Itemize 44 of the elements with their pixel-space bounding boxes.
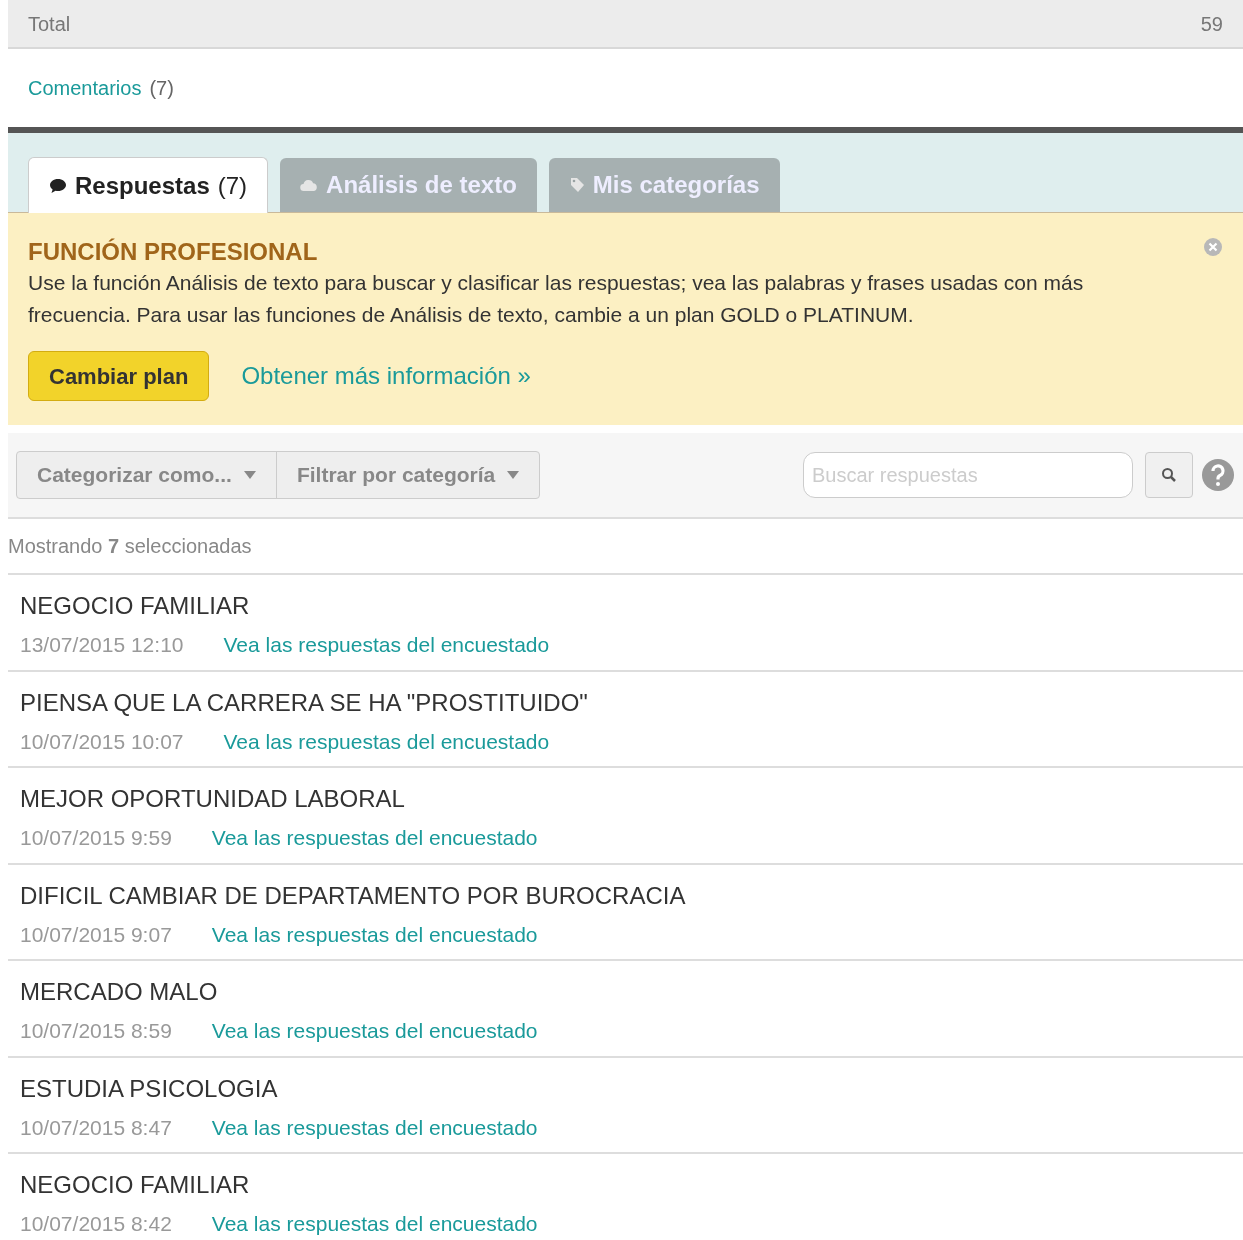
response-date: 10/07/2015 8:47 <box>20 1114 172 1141</box>
help-icon[interactable] <box>1201 458 1235 492</box>
response-text: DIFICIL CAMBIAR DE DEPARTAMENTO POR BUROCRACIA <box>20 880 687 911</box>
response-date: 10/07/2015 9:59 <box>20 825 172 851</box>
response-date: 13/07/2015 12:10 <box>20 632 184 658</box>
response-text: NEGOCIO FAMILIAR <box>20 591 251 621</box>
total-value: 59 <box>1200 11 1223 37</box>
more-info-link[interactable]: Obtener más información » <box>241 358 531 394</box>
response-text: MERCADO MALO <box>20 977 219 1007</box>
respondent-link[interactable]: Vea las respuestas del encuestado <box>211 822 538 854</box>
response-text: MEJOR OPORTUNIDAD LABORAL <box>20 784 406 814</box>
notice-text: Use la función Análisis de texto para buscar y clasificar las respuestas; vea las palabras y frases usadas con más frecuencia. Para usar las funciones de Análisis de texto, cambie a un plan GOLD o PLATINUM. <box>28 270 1085 328</box>
upgrade-button[interactable]: Cambiar plan <box>28 351 210 401</box>
response-date: 10/07/2015 8:42 <box>20 1211 172 1237</box>
response-date: 10/07/2015 9:07 <box>20 921 172 948</box>
comments-count: (7) <box>149 76 174 101</box>
tab[interactable]: Análisis de texto <box>280 158 537 212</box>
search-button[interactable] <box>1145 452 1193 498</box>
speech-bubble-icon <box>49 177 67 194</box>
respondent-link[interactable]: Vea las respuestas del encuestado <box>223 629 550 661</box>
cloud-icon <box>300 178 319 192</box>
notice-title: FUNCIÓN PROFESIONAL <box>28 237 318 267</box>
close-icon[interactable] <box>1203 237 1223 257</box>
tab[interactable]: Mis categorías <box>548 158 780 212</box>
category-dropdown[interactable]: Categorizar como... <box>17 452 276 498</box>
response-date: 10/07/2015 10:07 <box>20 728 184 755</box>
total-label: Total <box>28 11 71 37</box>
response-text: PIENSA QUE LA CARRERA SE HA "PROSTITUIDO" <box>20 687 589 718</box>
respondent-link[interactable]: Vea las respuestas del encuestado <box>223 725 550 757</box>
showing-count: Mostrando 7 seleccionadas <box>8 519 1243 575</box>
response-text: NEGOCIO FAMILIAR <box>20 1170 251 1200</box>
response-text: ESTUDIA PSICOLOGIA <box>20 1073 279 1104</box>
tag-icon <box>568 176 585 194</box>
tab[interactable]: Respuestas (7) <box>28 157 269 213</box>
respondent-link[interactable]: Vea las respuestas del encuestado <box>211 1015 538 1047</box>
search-icon <box>1161 467 1177 483</box>
comments-link[interactable]: Comentarios <box>28 73 142 103</box>
category-dropdown[interactable]: Filtrar por categoría <box>275 452 540 498</box>
respondent-link[interactable]: Vea las respuestas del encuestado <box>211 918 538 950</box>
caret-icon <box>507 471 520 479</box>
respondent-link[interactable]: Vea las respuestas del encuestado <box>211 1111 538 1143</box>
response-date: 10/07/2015 8:59 <box>20 1018 172 1044</box>
respondent-link[interactable]: Vea las respuestas del encuestado <box>211 1208 538 1240</box>
caret-icon <box>243 471 256 479</box>
